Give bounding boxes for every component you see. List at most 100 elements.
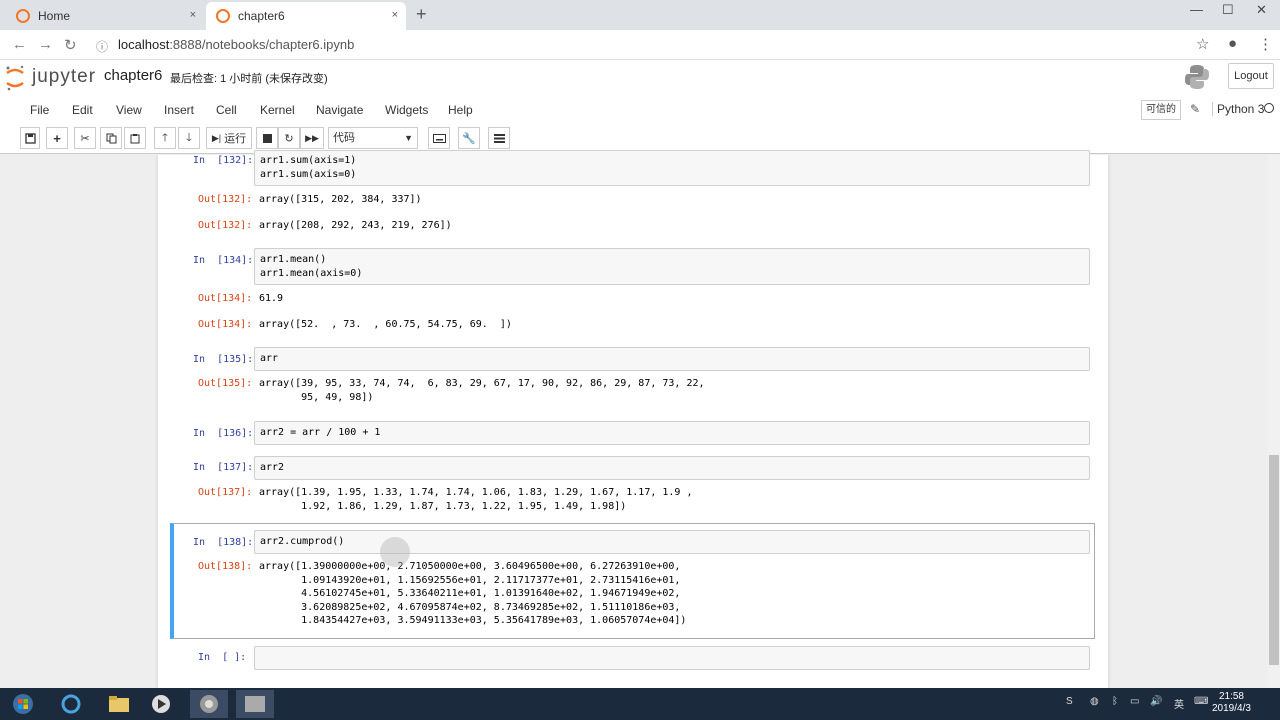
minimize-button[interactable]: — [1190,2,1203,17]
paste-button[interactable] [124,127,146,149]
output-prompt: Out[135]: [198,378,253,389]
menu-kernel[interactable]: Kernel [260,103,295,117]
menu-file[interactable]: File [30,103,49,117]
cell-code[interactable]: arr2.cumprod() [260,535,344,549]
output-prompt: Out[132]: [198,194,253,205]
clock-time: 21:58 [1218,691,1244,702]
move-up-button[interactable]: 🡑 [154,127,176,149]
cut-button[interactable]: ✂ [74,127,96,149]
input-prompt: In [138]: [193,537,254,548]
tray-display-icon[interactable]: ▭ [1130,696,1139,707]
start-button[interactable] [4,690,42,718]
tab-home[interactable]: Home × [6,2,204,30]
input-prompt: In [135]: [193,354,254,365]
code-cell-input[interactable] [254,456,1090,480]
move-down-button[interactable]: 🡓 [178,127,200,149]
tab-chapter6-label: chapter6 [238,9,285,23]
code-cell-input[interactable] [254,347,1090,371]
taskbar-window[interactable] [236,690,274,718]
menu-insert[interactable]: Insert [164,103,194,117]
tab-chapter6[interactable]: chapter6 × [206,2,406,30]
cell-code[interactable]: arr2 = arr / 100 + 1 [260,426,380,440]
more-menu-icon[interactable]: ⋮ [1258,35,1273,53]
reload-icon[interactable]: ↻ [64,36,77,54]
bookmark-star-icon[interactable]: ☆ [1196,35,1209,53]
table-of-contents-button[interactable] [488,127,510,149]
forward-arrow-icon[interactable]: → [38,36,53,53]
taskbar-ie[interactable] [52,690,90,718]
taskbar-clock[interactable]: 21:58 2019/4/3 [1212,691,1251,715]
menu-bar: File Edit View Insert Cell Kernel Naviga… [0,98,1280,124]
code-cell-input[interactable] [254,646,1090,670]
cell-code[interactable]: arr1.mean() arr1.mean(axis=0) [260,253,362,281]
copy-button[interactable] [100,127,122,149]
tray-network-icon[interactable]: ◍ [1090,696,1099,707]
menu-navigate[interactable]: Navigate [316,103,363,117]
output-prompt: Out[132]: [198,220,253,231]
close-window-button[interactable]: ✕ [1256,2,1267,18]
cell-output: array([315, 202, 384, 337]) [259,194,422,205]
back-arrow-icon[interactable]: ← [12,36,27,53]
wrench-icon: 🔧 [462,132,476,145]
arrow-up-icon: 🡑 [162,131,168,144]
command-palette-button[interactable] [428,127,450,149]
code-cell-input[interactable] [254,150,1090,186]
celltoolbar-button[interactable]: 🔧 [458,127,480,149]
menu-widgets[interactable]: Widgets [385,103,428,117]
kernel-name[interactable]: Python 3 [1212,102,1264,116]
new-tab-button[interactable]: + [416,4,427,25]
checkpoint-status: 最后检查: 1 小时前 (未保存改变) [170,73,328,85]
restart-run-all-button[interactable]: ▶▶ [300,127,324,149]
tray-input-icon[interactable]: S [1066,696,1073,707]
close-tab-icon[interactable]: × [190,9,196,21]
save-icon [24,132,36,144]
input-prompt: In [134]: [193,255,254,266]
tray-bluetooth-icon[interactable]: ᛒ [1112,696,1118,707]
menu-edit[interactable]: Edit [72,103,93,117]
interrupt-button[interactable] [256,127,278,149]
taskbar-chrome[interactable] [190,690,228,718]
cell-type-select[interactable]: 代码 ▼ [328,127,418,149]
python-logo-icon [1185,65,1209,89]
account-icon[interactable]: ● [1228,35,1237,52]
edit-pencil-icon[interactable]: ✎ [1190,102,1200,116]
menu-view[interactable]: View [116,103,142,117]
jupyter-header: jupyter chapter6 最后检查: 1 小时前 (未保存改变) [0,60,1280,98]
tray-keyboard-icon[interactable]: ⌨ [1194,696,1208,707]
notebook-name[interactable]: chapter6 [104,67,162,84]
tray-ime-icon[interactable]: 英 [1174,696,1184,711]
close-tab-icon[interactable]: × [392,9,398,21]
fast-forward-icon: ▶▶ [305,132,319,143]
save-button[interactable] [20,127,40,149]
taskbar-media-player[interactable] [142,690,180,718]
cell-code[interactable]: arr1.sum(axis=1) arr1.sum(axis=0) [260,154,356,182]
cell-output: array([52. , 73. , 60.75, 54.75, 69. ]) [259,319,512,330]
address-bar[interactable]: localhost:8888/notebooks/chapter6.ipynb [118,37,354,52]
run-button[interactable]: ▶| 运行 [206,127,252,149]
insert-cell-button[interactable]: + [46,127,68,149]
tray-volume-icon[interactable]: 🔊 [1150,696,1162,707]
input-prompt: In [136]: [193,428,254,439]
info-icon[interactable]: ⓘ [96,38,108,55]
output-prompt: Out[134]: [198,319,253,330]
cell-code[interactable]: arr [260,352,278,366]
scissors-icon: ✂ [80,132,90,145]
code-cell-input[interactable] [254,248,1090,285]
trusted-indicator[interactable]: 可信的 [1141,100,1181,120]
menu-help[interactable]: Help [448,103,473,117]
run-label: 运行 [224,133,247,145]
mouse-cursor-highlight [380,537,410,567]
cell-output: array([1.39, 1.95, 1.33, 1.74, 1.74, 1.0… [259,487,693,512]
maximize-button[interactable]: ☐ [1222,2,1234,18]
restart-button[interactable]: ↻ [278,127,300,149]
menu-cell[interactable]: Cell [216,103,237,117]
os-taskbar: S ◍ ᛒ ▭ 🔊 英 ⌨ 21:58 2019/4/3 [0,688,1280,720]
cell-code[interactable]: arr2 [260,461,284,475]
output-prompt: Out[134]: [198,293,253,304]
cell-output: array([208, 292, 243, 219, 276]) [259,220,452,231]
logout-button[interactable]: Logout [1228,63,1274,89]
taskbar-explorer[interactable] [100,690,138,718]
cell-type-value: 代码 [333,132,355,144]
jupyter-logo[interactable]: jupyter [4,64,100,92]
scrollbar-thumb[interactable] [1269,455,1279,665]
